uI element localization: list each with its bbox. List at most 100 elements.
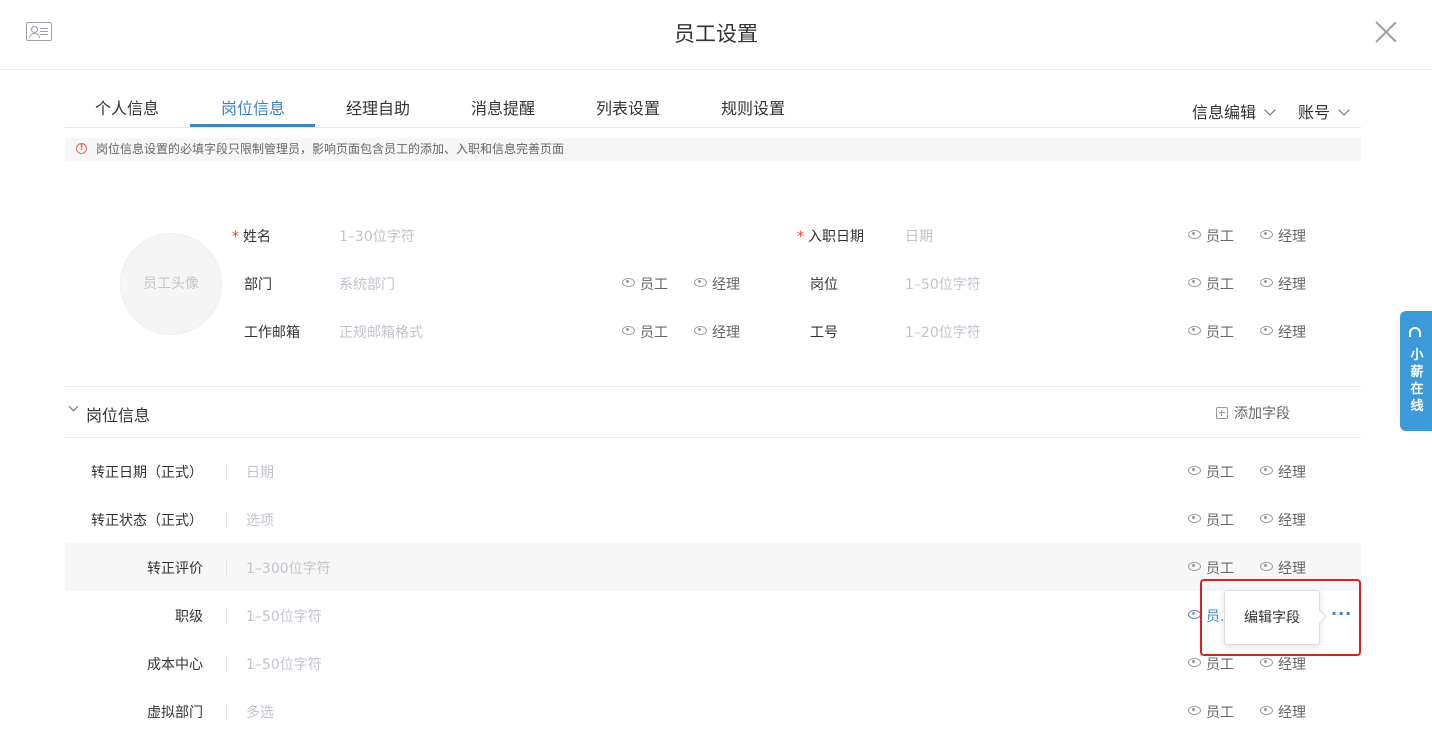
manager-visibility-label: 经理 (1278, 705, 1306, 721)
employee-visibility-toggle[interactable]: 员工 (1188, 462, 1234, 482)
name-placeholder[interactable]: 1–30位字符 (339, 226, 415, 246)
eye-icon (694, 278, 707, 287)
eye-icon (1188, 562, 1201, 571)
employee-visibility-toggle[interactable]: 员工 (1188, 702, 1234, 722)
hire-date-label-text: 入职日期 (808, 229, 864, 245)
employee-visibility-toggle[interactable]: 员工 (1188, 654, 1234, 674)
employee-visibility-label: 员工 (640, 277, 668, 293)
manager-visibility-toggle[interactable]: 经理 (1260, 226, 1306, 246)
manager-visibility-label: 经理 (1278, 513, 1306, 529)
manager-visibility-label: 经理 (1278, 561, 1306, 577)
tab-manager-self-service[interactable]: 经理自助 (346, 95, 410, 119)
online-support-widget[interactable]: 小薪在线 (1400, 311, 1432, 431)
close-icon[interactable] (1374, 20, 1398, 44)
field-row[interactable]: 职级 1–50位字符 (65, 591, 1361, 639)
employee-visibility-label: 员工 (1206, 513, 1234, 529)
field-separator (226, 657, 227, 671)
manager-visibility-label: 经理 (1278, 277, 1306, 293)
field-label: 转正状态（正式） (91, 513, 203, 529)
manager-visibility-toggle[interactable]: 经理 (1260, 654, 1306, 674)
field-row[interactable]: 虚拟部门 多选 员工 经理 (65, 687, 1361, 735)
required-mark: * (797, 229, 804, 245)
eye-icon (1188, 658, 1201, 667)
warning-icon: ! (76, 143, 87, 154)
manager-visibility-toggle[interactable]: 经理 (1260, 702, 1306, 722)
employee-visibility-toggle[interactable]: 员工 (1188, 510, 1234, 530)
eye-icon (1260, 658, 1273, 667)
employee-visibility-toggle[interactable]: 员工 (1188, 274, 1234, 294)
work-email-label: 工作邮箱 (244, 325, 300, 341)
manager-visibility-toggle[interactable]: 经理 (694, 274, 740, 294)
highlight-box (1200, 579, 1361, 656)
eye-icon (1260, 230, 1273, 239)
manager-visibility-label: 经理 (1278, 657, 1306, 673)
field-row[interactable]: 成本中心 1–50位字符 员工 经理 (65, 639, 1361, 687)
info-edit-dropdown[interactable]: 信息编辑 (1192, 99, 1276, 123)
employee-visibility-label: 员工 (1206, 325, 1234, 341)
field-separator (226, 513, 227, 527)
department-label: 部门 (244, 277, 272, 293)
tab-personal-info[interactable]: 个人信息 (95, 95, 159, 119)
tab-list-settings[interactable]: 列表设置 (596, 95, 660, 119)
tab-message-reminder[interactable]: 消息提醒 (471, 95, 535, 119)
department-placeholder[interactable]: 系统部门 (339, 274, 395, 294)
employee-visibility-label: 员工 (1206, 561, 1234, 577)
manager-visibility-toggle[interactable]: 经理 (1260, 274, 1306, 294)
position-placeholder[interactable]: 1–50位字符 (905, 274, 981, 294)
manager-visibility-toggle[interactable]: 经理 (1260, 510, 1306, 530)
field-placeholder: 1–50位字符 (246, 609, 322, 625)
hire-date-placeholder[interactable]: 日期 (905, 226, 933, 246)
eye-icon (1260, 466, 1273, 475)
field-row[interactable]: 转正状态（正式） 选项 员工 经理 (65, 495, 1361, 543)
eye-icon (1188, 514, 1201, 523)
field-placeholder: 日期 (246, 465, 274, 481)
employee-visibility-toggle[interactable]: 员工 (1188, 558, 1234, 578)
avatar[interactable]: 员工头像 (120, 233, 222, 335)
field-separator (226, 561, 227, 575)
eye-icon (1188, 278, 1201, 287)
manager-visibility-toggle[interactable]: 经理 (1260, 558, 1306, 578)
chevron-down-icon (1264, 104, 1276, 116)
eye-icon (1188, 230, 1201, 239)
add-field-label: 添加字段 (1234, 406, 1290, 422)
manager-visibility-label: 经理 (1278, 229, 1306, 245)
eye-icon (1260, 514, 1273, 523)
work-email-placeholder[interactable]: 正规邮箱格式 (339, 322, 423, 342)
position-label: 岗位 (810, 277, 838, 293)
info-edit-label: 信息编辑 (1192, 103, 1257, 122)
eye-icon (1260, 562, 1273, 571)
employee-visibility-toggle[interactable]: 员工 (1188, 226, 1234, 246)
field-separator (226, 465, 227, 479)
employee-visibility-label: 员工 (1206, 705, 1234, 721)
field-placeholder: 选项 (246, 513, 274, 529)
employee-visibility-label: 员工 (1206, 465, 1234, 481)
employee-visibility-toggle[interactable]: 员工 (622, 274, 668, 294)
eye-icon (694, 326, 707, 335)
tab-rule-settings[interactable]: 规则设置 (721, 95, 785, 119)
manager-visibility-toggle[interactable]: 经理 (1260, 322, 1306, 342)
manager-visibility-toggle[interactable]: 经理 (1260, 462, 1306, 482)
field-label: 转正评价 (147, 561, 203, 577)
employee-visibility-label: 员工 (1206, 657, 1234, 673)
section-divider (65, 437, 1361, 438)
eye-icon (1188, 706, 1201, 715)
chevron-down-icon[interactable] (68, 401, 79, 412)
eye-icon (1188, 326, 1201, 335)
notice-text: 岗位信息设置的必填字段只限制管理员，影响页面包含员工的添加、入职和信息完善页面 (96, 142, 565, 156)
section-title[interactable]: 岗位信息 (86, 402, 150, 426)
add-field-button[interactable]: 添加字段 (1216, 403, 1290, 423)
tab-bar: 个人信息 岗位信息 经理自助 消息提醒 列表设置 规则设置 信息编辑 账号 (65, 85, 1361, 128)
page-title: 员工设置 (674, 22, 758, 46)
name-label: * 姓名 (232, 226, 271, 246)
manager-visibility-toggle[interactable]: 经理 (694, 322, 740, 342)
account-dropdown[interactable]: 账号 (1298, 99, 1350, 123)
field-label: 成本中心 (147, 657, 203, 673)
employee-no-label: 工号 (810, 325, 838, 341)
employee-visibility-toggle[interactable]: 员工 (1188, 322, 1234, 342)
employee-visibility-toggle[interactable]: 员工 (622, 322, 668, 342)
field-row[interactable]: 转正评价 1–300位字符 员工 经理 (65, 543, 1361, 591)
tab-position-info[interactable]: 岗位信息 (221, 95, 285, 119)
employee-no-placeholder[interactable]: 1–20位字符 (905, 322, 981, 342)
field-row[interactable]: 转正日期（正式） 日期 员工 经理 (65, 447, 1361, 495)
field-label: 虚拟部门 (147, 705, 203, 721)
